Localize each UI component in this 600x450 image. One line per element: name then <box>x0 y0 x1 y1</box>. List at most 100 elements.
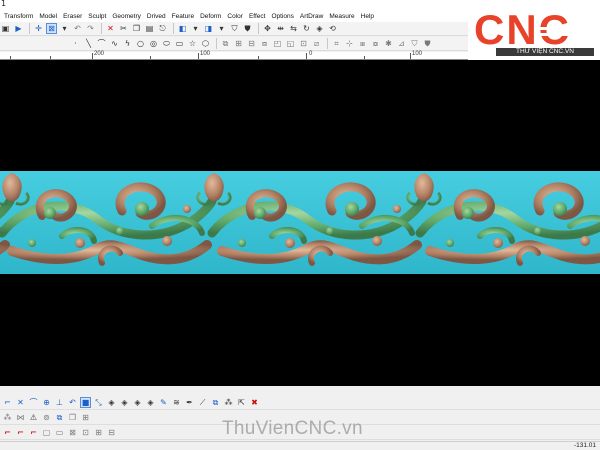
shield-icon[interactable]: ⛉ <box>229 23 240 34</box>
redo-icon[interactable]: ↷ <box>85 23 96 34</box>
3d-viewport[interactable] <box>0 60 600 386</box>
menu-help[interactable]: Help <box>361 13 374 20</box>
fillet-icon[interactable]: ◰ <box>272 38 283 49</box>
star-icon[interactable]: ☆ <box>187 38 198 49</box>
offset-icon[interactable]: ⧉ <box>220 38 231 49</box>
undo-icon[interactable]: ↶ <box>72 23 83 34</box>
save-icon[interactable]: ▣ <box>0 23 11 34</box>
strip-icon[interactable]: ▭ <box>54 427 65 438</box>
perpendicular-icon[interactable]: ⊥ <box>54 397 65 408</box>
diamond-tool-2-icon[interactable]: ◈ <box>119 397 130 408</box>
boolean-icon[interactable]: ⧇ <box>370 38 381 49</box>
transform-icon[interactable]: ◈ <box>314 23 325 34</box>
view-icon[interactable]: ◨ <box>203 23 214 34</box>
color-picker-icon[interactable]: ◧ <box>177 23 188 34</box>
select-icon[interactable]: ⊠ <box>46 23 57 34</box>
menu-options[interactable]: Options <box>271 13 293 20</box>
snap-icon[interactable]: ⊹ <box>344 38 355 49</box>
polygon-icon[interactable]: ⬡ <box>200 38 211 49</box>
shield-outline-icon[interactable]: ⛊ <box>242 23 253 34</box>
stamp-icon[interactable]: ⊠ <box>67 427 78 438</box>
rotate-icon[interactable]: ↻ <box>301 23 312 34</box>
tangent-icon[interactable]: ↶ <box>67 397 78 408</box>
frame-icon[interactable]: ▢ <box>41 427 52 438</box>
pattern-2-icon[interactable]: ⊟ <box>106 427 117 438</box>
settings-icon[interactable]: ✱ <box>383 38 394 49</box>
mirror-icon[interactable]: ⇆ <box>288 23 299 34</box>
circle-icon[interactable]: ○ <box>135 38 146 49</box>
vector-icon[interactable]: ⧄ <box>311 38 322 49</box>
pen-icon[interactable]: ✒ <box>184 397 195 408</box>
point-icon[interactable]: · <box>70 38 81 49</box>
arc-tool-icon[interactable]: ⌒ <box>28 397 39 408</box>
cut-icon[interactable]: ✂ <box>118 23 129 34</box>
vector-edit-icon[interactable]: ⁂ <box>2 412 13 423</box>
dropdown-arrow-icon[interactable]: ▾ <box>190 23 201 34</box>
badge-icon[interactable]: ⛉ <box>409 38 420 49</box>
menu-eraser[interactable]: Eraser <box>63 13 82 20</box>
diamond-tool-icon[interactable]: ◈ <box>106 397 117 408</box>
menu-feature[interactable]: Feature <box>172 13 194 20</box>
stamp-2-icon[interactable]: ⊡ <box>80 427 91 438</box>
pattern-icon[interactable]: ⊞ <box>93 427 104 438</box>
circle-center-icon[interactable]: ◎ <box>148 38 159 49</box>
paste-icon[interactable]: ▤ <box>144 23 155 34</box>
trim-icon[interactable]: ⊟ <box>246 38 257 49</box>
spline-icon[interactable]: ϟ <box>122 38 133 49</box>
menu-measure[interactable]: Measure <box>329 13 354 20</box>
menu-drived[interactable]: Drived <box>147 13 166 20</box>
arc-icon[interactable]: ⌒ <box>96 38 107 49</box>
corner-tool-icon[interactable]: ⌐ <box>2 397 13 408</box>
layer-group-icon[interactable]: ⊞ <box>80 412 91 423</box>
cross-tool-icon[interactable]: ✕ <box>15 397 26 408</box>
target-tool-icon[interactable]: ⊕ <box>41 397 52 408</box>
knife-icon[interactable]: ⟋ <box>197 397 208 408</box>
layer-copy-icon[interactable]: ❐ <box>67 412 78 423</box>
menu-color[interactable]: Color <box>227 13 243 20</box>
vector-join-icon[interactable]: ⋈ <box>15 412 26 423</box>
wrap-icon[interactable]: ⟲ <box>327 23 338 34</box>
copy-icon[interactable]: ❐ <box>131 23 142 34</box>
corner-curve-icon[interactable]: ⌐ <box>2 427 13 438</box>
ellipse-icon[interactable]: ⬭ <box>161 38 172 49</box>
chamfer-icon[interactable]: ◱ <box>285 38 296 49</box>
measure-icon[interactable]: ⊿ <box>396 38 407 49</box>
menu-transform[interactable]: Transform <box>4 13 33 20</box>
vector-smooth-icon[interactable]: ⊚ <box>41 412 52 423</box>
diamond-tool-4-icon[interactable]: ◈ <box>145 397 156 408</box>
dropdown-arrow-icon[interactable]: ▾ <box>216 23 227 34</box>
close-icon[interactable]: ✖ <box>249 397 260 408</box>
diamond-tool-3-icon[interactable]: ◈ <box>132 397 143 408</box>
brush-icon[interactable]: ✎ <box>158 397 169 408</box>
corner-curve-3-icon[interactable]: ⌐ <box>28 427 39 438</box>
node-link-icon[interactable]: ⇱ <box>236 397 247 408</box>
rectangle-icon[interactable]: ▭ <box>174 38 185 49</box>
node-scatter-icon[interactable]: ⁂ <box>223 397 234 408</box>
crosshair-icon[interactable]: ✛ <box>33 23 44 34</box>
corner-curve-2-icon[interactable]: ⌐ <box>15 427 26 438</box>
menu-effect[interactable]: Effect <box>249 13 266 20</box>
node-align-icon[interactable]: ⧉ <box>210 397 221 408</box>
align-icon[interactable]: ⧆ <box>357 38 368 49</box>
menu-model[interactable]: Model <box>39 13 57 20</box>
layer-icon[interactable]: ⧉ <box>54 412 65 423</box>
smooth-icon[interactable]: ≋ <box>171 397 182 408</box>
menu-sculpt[interactable]: Sculpt <box>88 13 106 20</box>
dropdown-arrow-icon[interactable]: ▾ <box>59 23 70 34</box>
node-select-icon[interactable]: ■ <box>80 397 91 408</box>
node-icon[interactable]: ⌗ <box>331 38 342 49</box>
play-icon[interactable]: ▶ <box>13 23 24 34</box>
stretch-icon[interactable]: ⇹ <box>275 23 286 34</box>
menu-geometry[interactable]: Geometry <box>112 13 141 20</box>
node-edit-icon[interactable]: ⤡ <box>93 397 104 408</box>
join-icon[interactable]: ⧈ <box>259 38 270 49</box>
link-icon[interactable]: ⎋ <box>157 23 168 34</box>
menu-deform[interactable]: Deform <box>200 13 221 20</box>
line-icon[interactable]: ╲ <box>83 38 94 49</box>
curve-icon[interactable]: ∿ <box>109 38 120 49</box>
array-icon[interactable]: ⊞ <box>233 38 244 49</box>
badge-outline-icon[interactable]: ⛊ <box>422 38 433 49</box>
grid-icon[interactable]: ⊡ <box>298 38 309 49</box>
move-icon[interactable]: ✥ <box>262 23 273 34</box>
warning-icon[interactable]: ⚠ <box>28 412 39 423</box>
